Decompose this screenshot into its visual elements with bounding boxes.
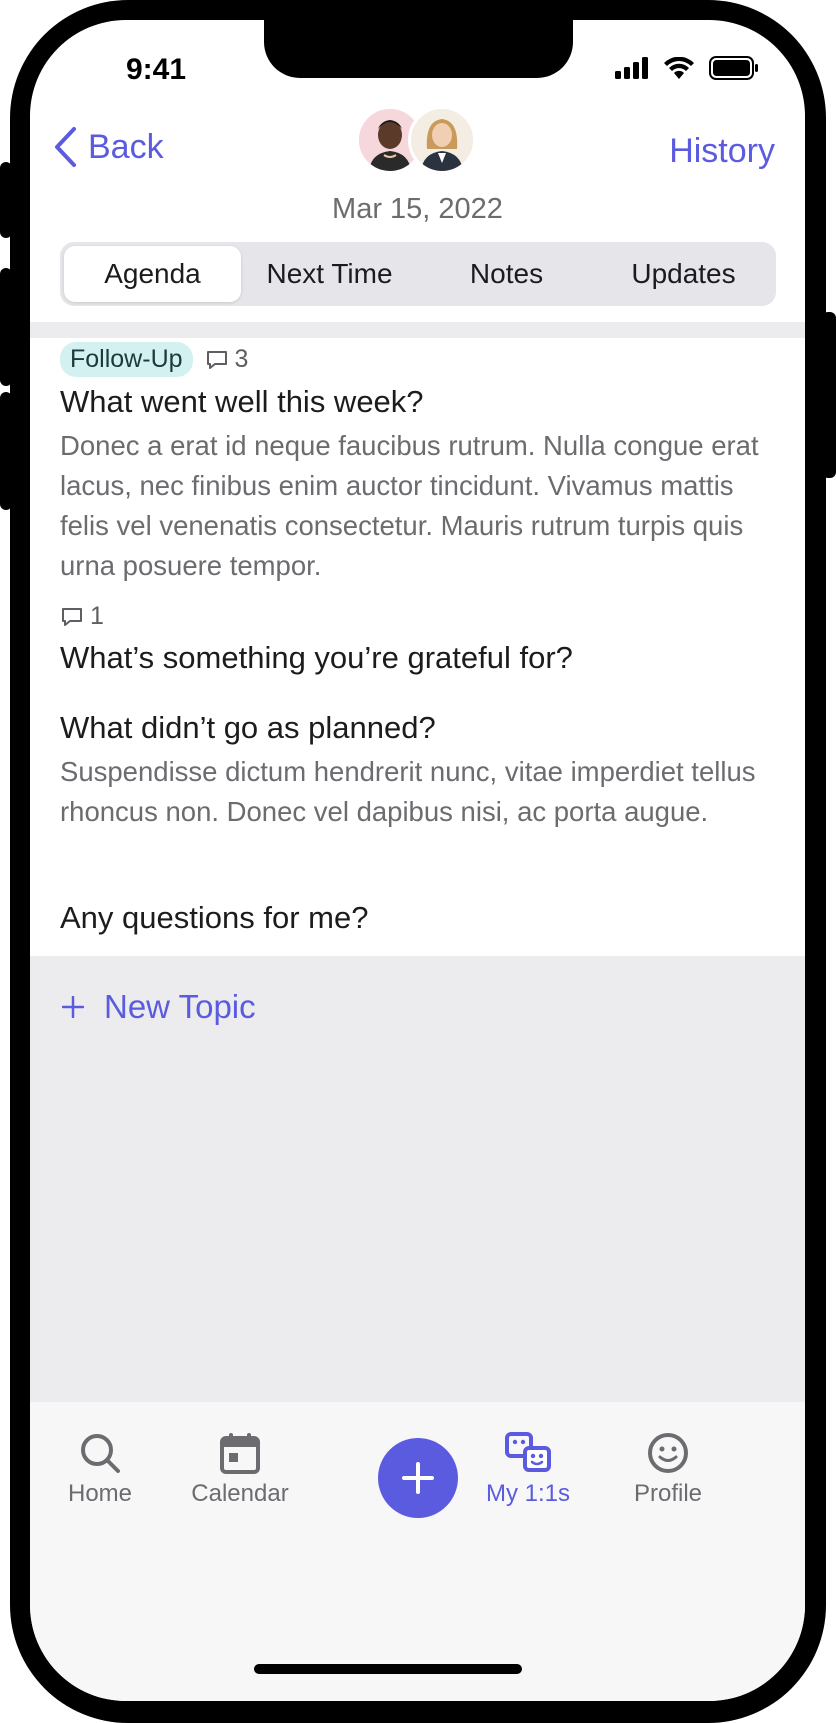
volume-up-button <box>0 268 12 386</box>
topic-meta: 1 <box>60 602 104 631</box>
topic-description: Suspendisse dictum hendrerit nunc, vitae… <box>60 756 756 827</box>
status-time: 9:41 <box>126 53 187 86</box>
tab-agenda[interactable]: Agenda <box>64 246 241 302</box>
search-icon <box>81 1434 120 1473</box>
status-icons <box>615 56 759 80</box>
tab-profile[interactable]: Profile <box>598 1432 738 1508</box>
add-button[interactable] <box>378 1438 458 1518</box>
tab-calendar[interactable]: Calendar <box>170 1432 310 1508</box>
comment-icon <box>206 350 227 369</box>
new-topic-label: New Topic <box>104 988 256 1025</box>
tab-next-time[interactable]: Next Time <box>241 246 418 302</box>
topic-description: Donec a erat id neque faucibus rutrum. N… <box>60 430 759 581</box>
faces-icon <box>505 1432 551 1472</box>
tab-home[interactable]: Home <box>30 1432 170 1508</box>
home-indicator[interactable] <box>254 1664 522 1674</box>
comment-count-value: 1 <box>90 602 104 630</box>
chevron-left-icon <box>55 127 76 167</box>
comment-count-value: 3 <box>234 345 249 373</box>
tab-my-1on1s[interactable]: My 1:1s <box>458 1432 598 1508</box>
topic-meta: Follow-Up 3 <box>60 342 248 377</box>
tab-updates[interactable]: Updates <box>595 246 772 302</box>
power-button <box>822 312 836 478</box>
tab-my-1on1s-label: My 1:1s <box>485 1480 571 1507</box>
comment-count: 3 <box>205 345 249 374</box>
smiley-icon <box>648 1433 688 1473</box>
avatar <box>408 106 476 174</box>
battery-icon <box>709 56 758 80</box>
notch <box>264 20 573 78</box>
tab-profile-label: Profile <box>633 1480 703 1507</box>
follow-up-badge: Follow-Up <box>60 342 193 377</box>
silent-switch <box>0 162 12 238</box>
wifi-icon <box>664 57 694 79</box>
history-button[interactable]: History <box>669 132 775 171</box>
back-button[interactable]: Back <box>52 126 164 168</box>
segmented-control: Agenda Next Time Notes Updates <box>60 242 776 306</box>
agenda-topic[interactable]: What didn’t go as planned? Suspendisse d… <box>30 690 805 877</box>
participant-avatars <box>356 106 480 176</box>
comment-count: 1 <box>60 602 104 631</box>
cellular-signal-icon <box>615 57 648 79</box>
meeting-date: Mar 15, 2022 <box>332 193 503 225</box>
agenda-topic[interactable]: Follow-Up 3 What went well this week? Do… <box>30 338 805 587</box>
agenda-topic[interactable]: Any questions for me? <box>30 876 805 956</box>
tab-calendar-label: Calendar <box>191 1480 289 1507</box>
agenda-topic[interactable]: 1 What’s something you’re grateful for? <box>30 586 805 691</box>
plus-icon <box>402 1462 434 1494</box>
new-topic-button[interactable]: New Topic <box>62 988 256 1026</box>
topic-title: What didn’t go as planned? <box>60 710 436 745</box>
comment-icon <box>62 607 82 626</box>
section-divider <box>30 322 805 338</box>
back-label: Back <box>88 127 164 166</box>
volume-down-button <box>0 392 12 510</box>
bottom-tab-bar: Home Calendar My 1:1s Profile <box>30 1402 805 1701</box>
topic-title: Any questions for me? <box>60 900 369 935</box>
tab-notes[interactable]: Notes <box>418 246 595 302</box>
topic-title: What’s something you’re grateful for? <box>60 640 573 675</box>
calendar-icon <box>220 1433 260 1474</box>
topic-title: What went well this week? <box>60 384 424 419</box>
screen: 9:41 Back History Mar 15, 2022 Agenda Ne… <box>30 20 805 1701</box>
tab-home-label: Home <box>67 1480 133 1507</box>
plus-icon <box>62 996 84 1018</box>
